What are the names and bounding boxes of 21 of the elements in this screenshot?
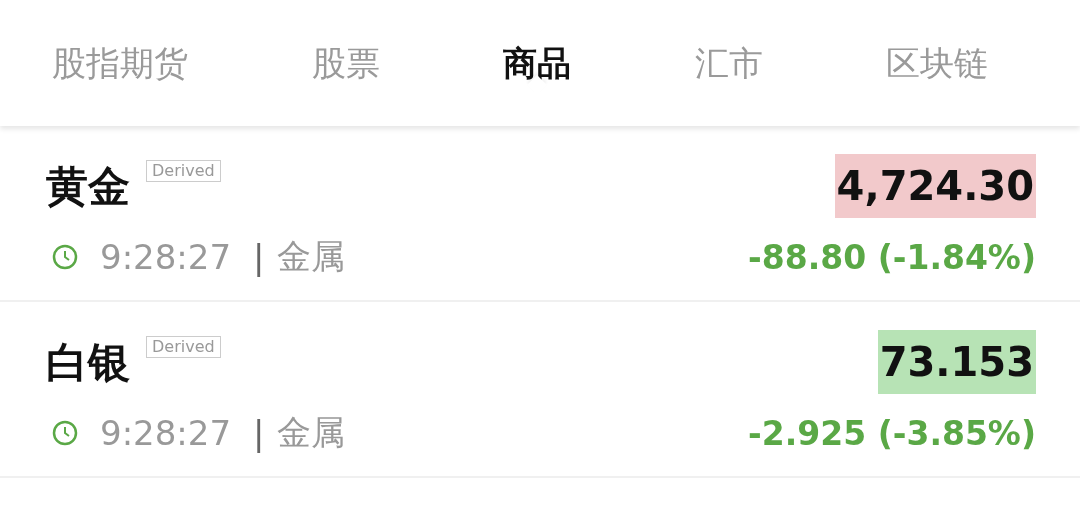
- tab[interactable]: 汇市: [694, 42, 763, 84]
- category-label: 金属: [276, 235, 345, 278]
- quote-time: 9:28:27: [100, 237, 232, 277]
- price-change: -88.80 (-1.84%): [748, 238, 1036, 278]
- derived-badge: Derived: [146, 160, 221, 182]
- commodity-name: 黄金: [46, 164, 130, 211]
- price: 4,724.30: [834, 154, 1036, 218]
- tab[interactable]: 区块链: [886, 42, 988, 84]
- tab[interactable]: 股指期货: [52, 42, 188, 84]
- separator: |: [253, 413, 265, 453]
- clock-icon: [52, 244, 78, 270]
- price-change: -2.925 (-3.85%): [748, 414, 1036, 454]
- derived-badge: Derived: [146, 336, 221, 358]
- separator: |: [253, 237, 265, 277]
- tab[interactable]: 股票: [311, 42, 380, 84]
- category-label: 金属: [276, 411, 345, 454]
- quote-time: 9:28:27: [100, 413, 232, 453]
- price: 73.153: [877, 330, 1036, 394]
- clock-icon: [52, 420, 78, 446]
- commodity-name: 白银: [46, 340, 130, 387]
- tab[interactable]: 商品: [503, 42, 571, 84]
